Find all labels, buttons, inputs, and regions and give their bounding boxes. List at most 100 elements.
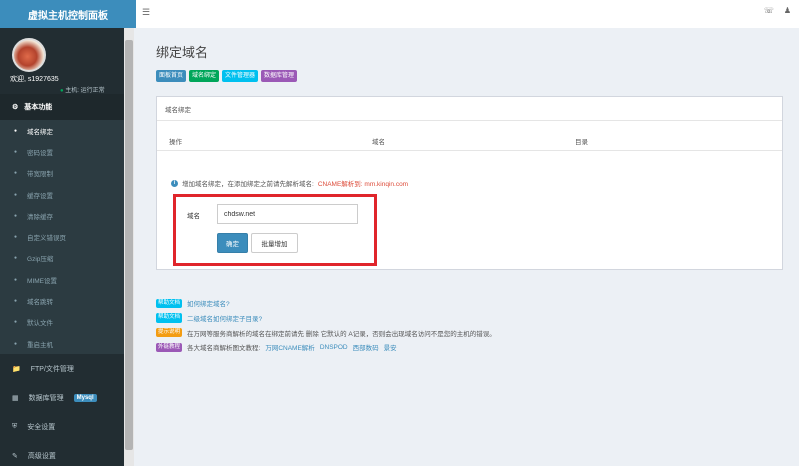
- info-message: i 增加域名绑定，在添加绑定之前请先解析域名: CNAME解析到: mm.kin…: [171, 178, 408, 188]
- sidebar-item-label: 高级设置: [27, 452, 56, 460]
- column-header: 目录: [575, 139, 588, 146]
- tag-panel-home[interactable]: 面板首页: [156, 70, 187, 82]
- tutorial-prefix: 各大域名商解析图文教程:: [187, 345, 261, 353]
- info-text: 增加域名绑定，在添加绑定之前请先解析域名:: [182, 181, 314, 188]
- shield-icon: ⛨: [12, 422, 18, 430]
- headset-icon[interactable]: ☏: [764, 6, 774, 15]
- info-icon: i: [171, 179, 178, 187]
- sidebar-item-label: 缓存设置: [27, 192, 54, 200]
- link-dnspod[interactable]: DNSPOD: [320, 344, 348, 351]
- sidebar-item-clear-cache[interactable]: ● 清除缓存: [0, 205, 124, 226]
- sidebar-item-label: MIME设置: [27, 277, 58, 285]
- bullet-icon: ●: [14, 319, 18, 326]
- bullet-icon: ●: [14, 340, 18, 347]
- cogs-icon: ⚙: [12, 104, 19, 111]
- scrollbar-thumb[interactable]: [125, 40, 133, 450]
- help-tag: 帮助文档: [156, 313, 183, 323]
- sidebar-item-cache-settings[interactable]: ● 缓存设置: [0, 184, 124, 205]
- sidebar-item-label: 重启主机: [27, 341, 54, 349]
- help-row: 帮助文档 如何绑定域名?: [156, 296, 496, 311]
- status-dot-icon: ●: [60, 88, 64, 94]
- sidebar-item-advanced[interactable]: ✎ 高级设置: [0, 441, 124, 466]
- tag-domain-binding[interactable]: 域名绑定: [189, 70, 220, 82]
- sidebar-item-error-page[interactable]: ● 自定义错误页: [0, 226, 124, 247]
- sidebar-item-redirect[interactable]: ● 域名跳转: [0, 290, 124, 311]
- batch-add-button[interactable]: 批量增加: [251, 233, 298, 253]
- help-row: 外链教程 各大域名商解析图文教程: 万网CNAME解析 DNSPOD 西部数码 …: [156, 340, 496, 355]
- column-header: 操作: [169, 139, 182, 146]
- domain-binding-panel: 域名绑定 操作 域名 目录 i 增加域名绑定，在添加绑定之前请先解析域名: CN…: [156, 96, 783, 270]
- bullet-icon: ●: [14, 276, 18, 283]
- sidebar-item-label: 默认文件: [27, 320, 54, 328]
- database-icon: ▦: [12, 394, 19, 402]
- sidebar-item-bandwidth[interactable]: ● 带宽限制: [0, 163, 124, 184]
- confirm-button[interactable]: 确定: [217, 233, 248, 253]
- tag-file-manager[interactable]: 文件管理器: [222, 70, 259, 82]
- sidebar-item-label: 域名绑定: [27, 128, 54, 136]
- edit-icon: ✎: [12, 452, 18, 460]
- sidebar-item-label: FTP/文件管理: [30, 365, 74, 373]
- user-icon[interactable]: ♟: [784, 6, 791, 15]
- sidebar-item-label: 带宽限制: [27, 171, 54, 179]
- page-title: 绑定域名: [156, 45, 209, 60]
- sidebar-item-label: Gzip压缩: [27, 256, 54, 264]
- bullet-icon: ●: [14, 170, 18, 177]
- sidebar: 欢迎, s1927635 ● 主机: 运行正常 ⚙ 基本功能 ● 域名绑定 ● 密码…: [0, 28, 124, 466]
- domain-label: 域名: [187, 213, 200, 220]
- tag-database-manager[interactable]: 数据库管理: [261, 70, 298, 82]
- folder-icon: 📁: [12, 365, 21, 373]
- sidebar-item-label: 域名跳转: [27, 299, 54, 307]
- help-tag: 帮助文档: [156, 298, 183, 309]
- sidebar-item-security[interactable]: ⛨ 安全设置: [0, 412, 124, 441]
- sidebar-item-gzip[interactable]: ● Gzip压缩: [0, 248, 124, 269]
- app-logo[interactable]: 虚拟主机控制面板: [0, 0, 136, 28]
- help-tag: 提示说明: [156, 327, 183, 338]
- cname-target: CNAME解析到: mm.kinqin.com: [317, 181, 409, 188]
- sidebar-item-restart[interactable]: ● 重启主机: [0, 333, 124, 354]
- bullet-icon: ●: [14, 212, 18, 219]
- bullet-icon: ●: [14, 255, 18, 262]
- top-header: 虚拟主机控制面板 ☰ ☏ ♟: [0, 0, 799, 28]
- table-header: 操作 域名 目录: [157, 131, 782, 151]
- bullet-icon: ●: [14, 298, 18, 305]
- host-status-text: 主机: 运行正常: [65, 88, 105, 94]
- welcome-text: 欢迎, s1927635: [10, 76, 59, 83]
- link-wanwang-cname[interactable]: 万网CNAME解析: [265, 342, 314, 352]
- basic-menu-list: ● 域名绑定 ● 密码设置 ● 带宽限制 ● 缓存设置 ● 清除缓存 ● 自定义错误页 ● G…: [0, 120, 124, 355]
- sidebar-item-domain-binding[interactable]: ● 域名绑定: [0, 120, 124, 141]
- section-title: 基本功能: [24, 104, 53, 111]
- panel-title: 域名绑定: [157, 97, 782, 121]
- user-panel: 欢迎, s1927635 ● 主机: 运行正常: [0, 28, 124, 94]
- sidebar-item-label: 自定义错误页: [27, 235, 67, 243]
- bullet-icon: ●: [14, 234, 18, 241]
- link-west-digital[interactable]: 西部数码: [353, 342, 379, 352]
- sidebar-item-label: 密码设置: [27, 149, 54, 157]
- domain-input[interactable]: [217, 204, 358, 224]
- sidebar-item-label: 数据库管理: [28, 394, 64, 402]
- link-jingan[interactable]: 景安: [384, 342, 397, 352]
- avatar: [12, 38, 46, 72]
- quick-nav-tags: 面板首页 域名绑定 文件管理器 数据库管理: [156, 70, 298, 82]
- bullet-icon: ●: [14, 191, 18, 198]
- sidebar-item-label: 安全设置: [27, 423, 56, 431]
- sidebar-item-mime[interactable]: ● MIME设置: [0, 269, 124, 290]
- section-basic-functions[interactable]: ⚙ 基本功能: [0, 94, 124, 120]
- sidebar-item-database[interactable]: ▦ 数据库管理 Mysql: [0, 383, 124, 412]
- sidebar-item-label: 清除缓存: [27, 213, 54, 221]
- bullet-icon: ●: [14, 127, 18, 134]
- mysql-badge: Mysql: [73, 393, 97, 402]
- help-link-subdomain[interactable]: 二级域名如何绑定子目录?: [187, 313, 262, 323]
- sidebar-item-password[interactable]: ● 密码设置: [0, 141, 124, 162]
- hamburger-icon[interactable]: ☰: [142, 7, 150, 18]
- help-note: 在万网等服务商解析的域名在绑定前请先 删除 它默认的 A记录，否则会出现域名访问…: [187, 330, 496, 338]
- sidebar-item-ftp[interactable]: 📁 FTP/文件管理: [0, 354, 124, 383]
- host-status: ● 主机: 运行正常: [60, 85, 105, 94]
- help-section: 帮助文档 如何绑定域名? 帮助文档 二级域名如何绑定子目录? 提示说明 在万网等…: [156, 296, 496, 355]
- help-row: 帮助文档 二级域名如何绑定子目录?: [156, 311, 496, 326]
- column-header: 域名: [372, 139, 385, 146]
- bullet-icon: ●: [14, 148, 18, 155]
- help-link-bind-domain[interactable]: 如何绑定域名?: [187, 298, 230, 308]
- help-tag: 外链教程: [156, 342, 183, 353]
- help-row: 提示说明 在万网等服务商解析的域名在绑定前请先 删除 它默认的 A记录，否则会出…: [156, 325, 496, 340]
- sidebar-item-default-file[interactable]: ● 默认文件: [0, 312, 124, 333]
